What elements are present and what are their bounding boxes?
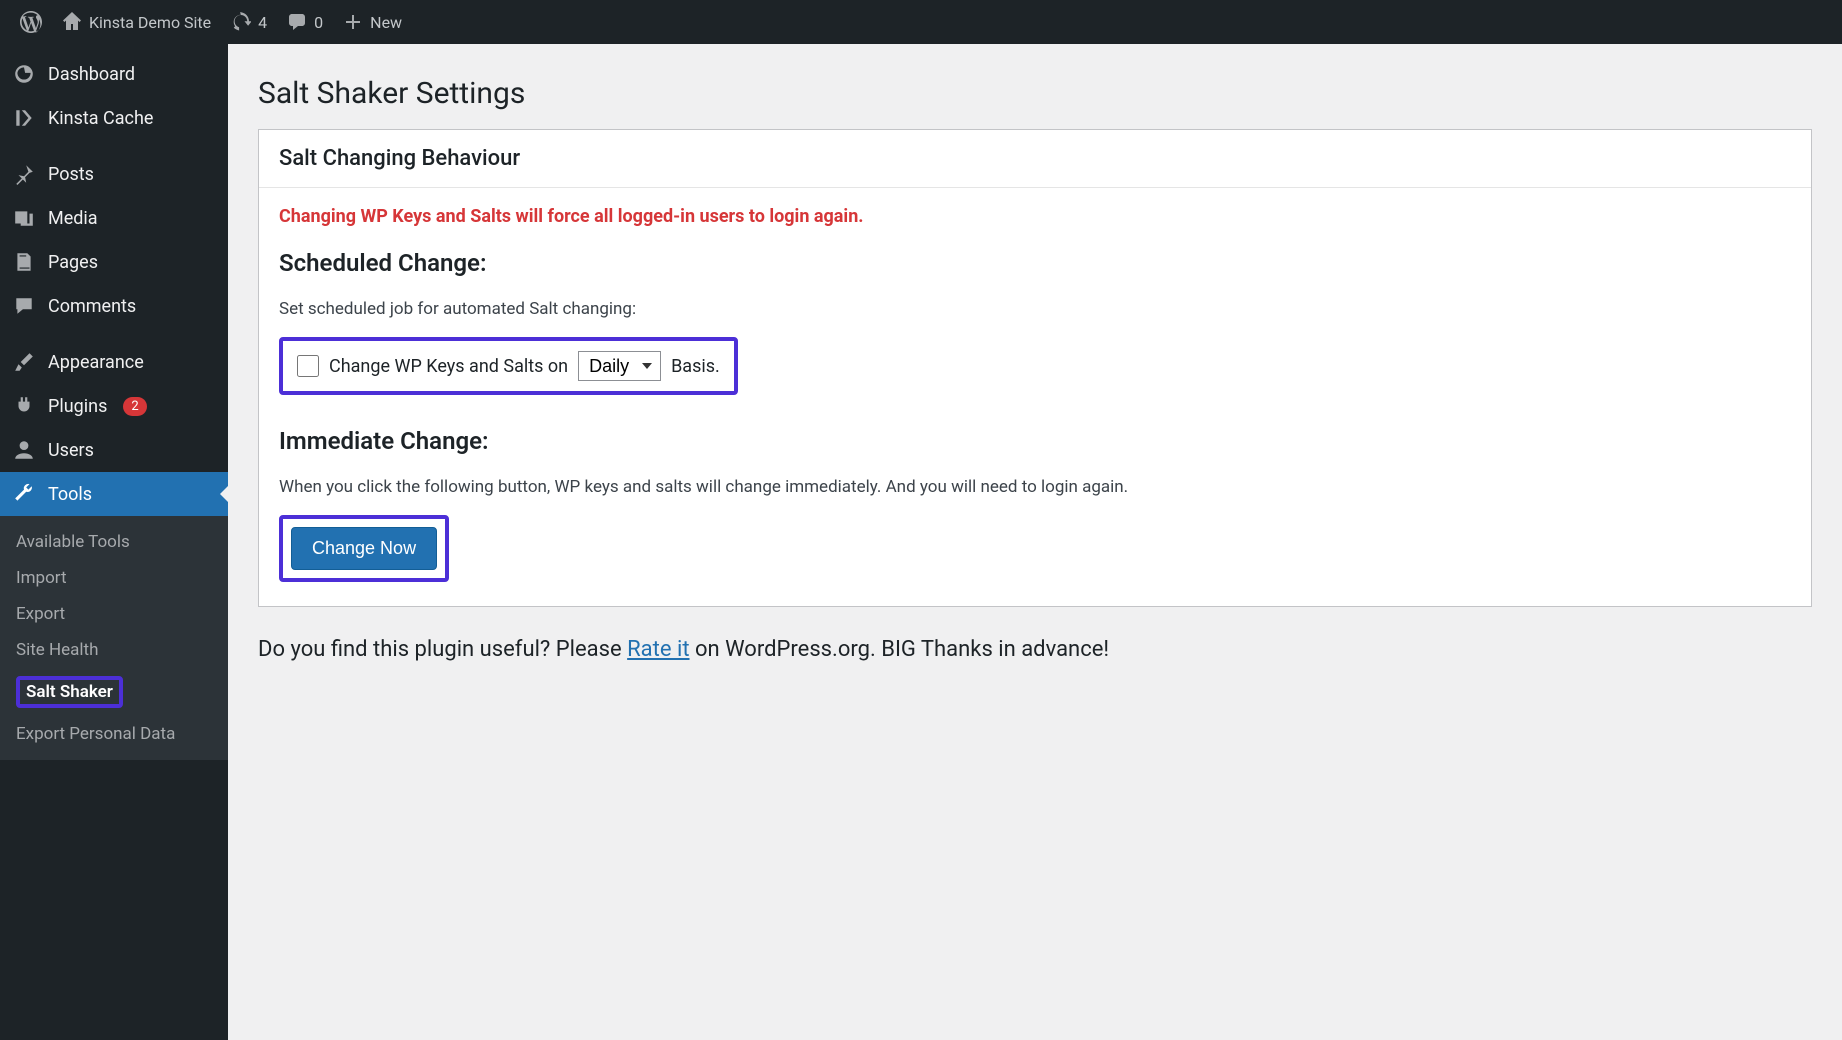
comments-link[interactable]: 0 <box>277 0 333 44</box>
page-title: Salt Shaker Settings <box>258 76 1812 111</box>
salt-shaker-highlight: Salt Shaker <box>16 676 123 708</box>
schedule-checkbox-label: Change WP Keys and Salts on <box>329 356 568 377</box>
footer-note: Do you find this plugin useful? Please R… <box>258 637 1812 662</box>
card-header: Salt Changing Behaviour <box>259 130 1811 188</box>
footer-pre: Do you find this plugin useful? Please <box>258 637 627 662</box>
sidebar-item-label: Media <box>48 208 98 229</box>
new-content-link[interactable]: New <box>333 0 412 44</box>
scheduled-desc: Set scheduled job for automated Salt cha… <box>279 299 1791 319</box>
comments-count: 0 <box>314 13 323 32</box>
schedule-checkbox[interactable] <box>297 355 319 377</box>
sidebar-item-pages[interactable]: Pages <box>0 240 228 284</box>
submenu-salt-shaker[interactable]: Salt Shaker <box>0 668 228 716</box>
pages-icon <box>12 250 36 274</box>
submenu-available-tools[interactable]: Available Tools <box>0 524 228 560</box>
pin-icon <box>12 162 36 186</box>
sidebar-item-tools[interactable]: Tools <box>0 472 228 516</box>
sidebar-item-users[interactable]: Users <box>0 428 228 472</box>
comment-icon <box>287 12 307 32</box>
sidebar-item-kinsta-cache[interactable]: Kinsta Cache <box>0 96 228 140</box>
scheduled-heading: Scheduled Change: <box>279 249 1791 277</box>
settings-card: Salt Changing Behaviour Changing WP Keys… <box>258 129 1812 607</box>
user-icon <box>12 438 36 462</box>
wordpress-icon <box>20 11 42 33</box>
plugin-icon <box>12 394 36 418</box>
wp-logo[interactable] <box>10 0 52 44</box>
site-link[interactable]: Kinsta Demo Site <box>52 0 221 44</box>
change-now-button[interactable]: Change Now <box>291 527 437 570</box>
sidebar-item-label: Appearance <box>48 352 144 373</box>
sidebar-item-label: Posts <box>48 164 94 185</box>
wrench-icon <box>12 482 36 506</box>
footer-post: on WordPress.org. BIG Thanks in advance! <box>690 637 1110 662</box>
change-now-highlight: Change Now <box>279 515 449 582</box>
sidebar-item-label: Kinsta Cache <box>48 108 153 129</box>
tools-submenu: Available Tools Import Export Site Healt… <box>0 516 228 760</box>
sidebar-item-label: Pages <box>48 252 98 273</box>
submenu-site-health[interactable]: Site Health <box>0 632 228 668</box>
frequency-select[interactable]: Daily <box>578 351 661 381</box>
updates-count: 4 <box>258 13 267 32</box>
warning-text: Changing WP Keys and Salts will force al… <box>279 206 1791 227</box>
updates-icon <box>231 12 251 32</box>
admin-sidebar: Dashboard Kinsta Cache Posts Media Pages… <box>0 44 228 1040</box>
sidebar-item-label: Dashboard <box>48 64 135 85</box>
new-label: New <box>370 13 402 32</box>
submenu-import[interactable]: Import <box>0 560 228 596</box>
immediate-desc: When you click the following button, WP … <box>279 477 1791 497</box>
updates-link[interactable]: 4 <box>221 0 277 44</box>
sidebar-item-comments[interactable]: Comments <box>0 284 228 328</box>
sidebar-item-dashboard[interactable]: Dashboard <box>0 52 228 96</box>
kinsta-icon <box>12 106 36 130</box>
sidebar-item-posts[interactable]: Posts <box>0 152 228 196</box>
sidebar-item-appearance[interactable]: Appearance <box>0 340 228 384</box>
site-name: Kinsta Demo Site <box>89 13 211 32</box>
immediate-heading: Immediate Change: <box>279 427 1791 455</box>
dashboard-icon <box>12 62 36 86</box>
submenu-export-personal[interactable]: Export Personal Data <box>0 716 228 752</box>
submenu-export[interactable]: Export <box>0 596 228 632</box>
sidebar-item-label: Comments <box>48 296 136 317</box>
main-content: Salt Shaker Settings Salt Changing Behav… <box>228 44 1842 1040</box>
sidebar-item-label: Plugins <box>48 396 107 417</box>
basis-label: Basis. <box>671 356 720 377</box>
sidebar-item-label: Users <box>48 440 94 461</box>
scheduled-row-highlight: Change WP Keys and Salts on Daily Basis. <box>279 337 738 395</box>
media-icon <box>12 206 36 230</box>
admin-bar: Kinsta Demo Site 4 0 New <box>0 0 1842 44</box>
brush-icon <box>12 350 36 374</box>
plus-icon <box>343 12 363 32</box>
sidebar-item-plugins[interactable]: Plugins 2 <box>0 384 228 428</box>
sidebar-item-label: Tools <box>48 484 92 505</box>
rate-it-link[interactable]: Rate it <box>627 637 689 662</box>
sidebar-item-media[interactable]: Media <box>0 196 228 240</box>
home-icon <box>62 12 82 32</box>
plugins-badge: 2 <box>123 397 146 416</box>
comment-icon <box>12 294 36 318</box>
